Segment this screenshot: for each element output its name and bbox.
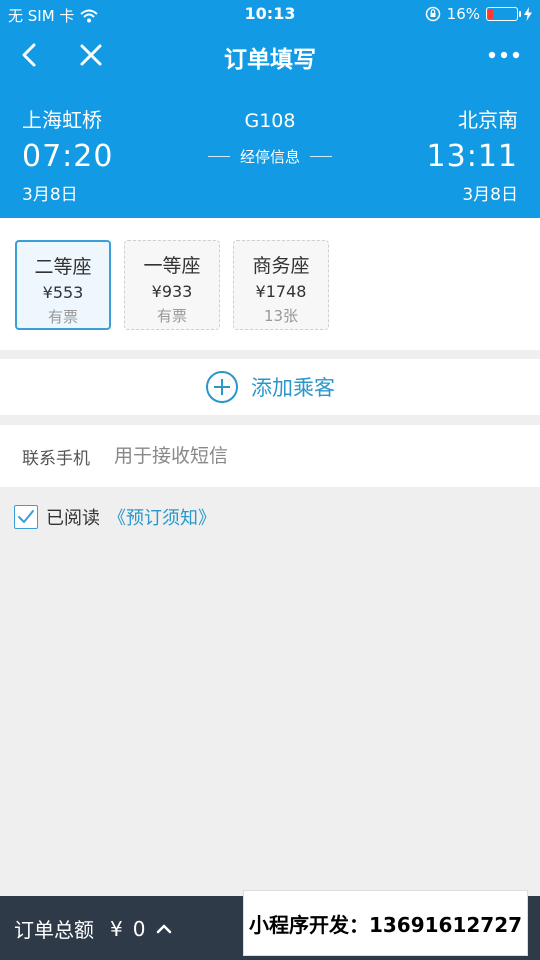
seat-name: 二等座 [34, 256, 92, 278]
battery-icon [486, 7, 521, 21]
seat-name: 一等座 [143, 255, 201, 277]
close-icon[interactable] [74, 38, 108, 72]
seat-price: ¥933 [151, 282, 193, 301]
status-right: 16% [425, 5, 532, 23]
add-passenger-label: 添加乘客 [251, 376, 335, 400]
divider-line [207, 156, 230, 157]
seat-price: ¥553 [42, 283, 84, 302]
add-passenger-button[interactable]: 添加乘客 [0, 359, 540, 415]
orientation-lock-icon [425, 6, 440, 22]
seat-availability: 13张 [263, 307, 299, 325]
contact-phone-label: 联系手机 [22, 449, 90, 469]
order-total[interactable]: 订单总额 ¥ 0 [14, 914, 173, 943]
agreement-row: 已阅读 《预订须知》 [14, 504, 216, 530]
contact-phone-input[interactable] [114, 437, 514, 475]
departure-date: 3月8日 [22, 185, 78, 205]
seat-price: ¥1748 [255, 282, 307, 301]
arrival-info: 北京南 13:11 3月8日 [427, 104, 518, 205]
agreement-checkbox[interactable] [14, 505, 38, 529]
chevron-up-icon[interactable] [155, 922, 173, 936]
back-arrow-icon[interactable] [14, 38, 48, 72]
contact-phone-row: 联系手机 [0, 425, 540, 487]
seat-option-second-class[interactable]: 二等座 ¥553 有票 [15, 240, 111, 330]
seat-name: 商务座 [252, 255, 310, 277]
status-bar: 无 SIM 卡 10:13 16% [0, 0, 540, 28]
order-total-amount: 0 [132, 916, 146, 941]
booking-notice-link[interactable]: 《预订须知》 [108, 504, 216, 530]
watermark-banner: 小程序开发：13691612727 [243, 890, 528, 956]
more-icon[interactable] [484, 40, 524, 70]
seat-option-business-class[interactable]: 商务座 ¥1748 13张 [233, 240, 329, 330]
currency-symbol: ¥ [110, 916, 123, 941]
seat-option-first-class[interactable]: 一等座 ¥933 有票 [124, 240, 220, 330]
checkmark-icon [18, 510, 34, 523]
nav-bar: 订单填写 [0, 30, 540, 80]
seat-selector: 二等座 ¥553 有票 一等座 ¥933 有票 商务座 ¥1748 13张 [0, 218, 540, 350]
agreement-text: 已阅读 [46, 508, 100, 529]
charging-icon [524, 7, 532, 21]
arrival-time: 13:11 [426, 139, 518, 174]
seat-availability: 有票 [47, 308, 78, 326]
arrival-date: 3月8日 [462, 185, 518, 205]
seat-availability: 有票 [156, 307, 187, 325]
plus-circle-icon [206, 371, 238, 403]
stop-info-label: 经停信息 [239, 148, 300, 166]
divider-line [310, 156, 332, 157]
battery-percent: 16% [446, 5, 480, 23]
order-total-label: 订单总额 [14, 918, 94, 942]
arrival-station: 北京南 [458, 108, 518, 132]
header-area: 无 SIM 卡 10:13 16% 订单填写 上海虹桥 07:20 3月8日 G… [0, 0, 540, 218]
